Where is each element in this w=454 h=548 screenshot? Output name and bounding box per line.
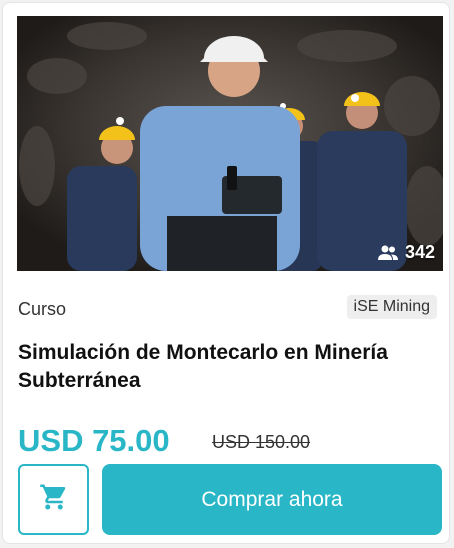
course-title[interactable]: Simulación de Montecarlo en Minería Subt… — [18, 339, 438, 395]
student-count: 342 — [404, 242, 435, 262]
add-to-cart-button[interactable] — [18, 464, 89, 535]
student-count-badge: 342 — [377, 242, 435, 263]
course-thumbnail[interactable]: 342 — [17, 16, 443, 271]
course-type-label: Curso — [18, 299, 67, 319]
buy-now-button[interactable]: Comprar ahora — [102, 464, 442, 535]
provider-badge[interactable]: iSE Mining — [346, 295, 437, 319]
course-card[interactable]: 342 Curso iSE Mining Simulación de Monte… — [2, 2, 450, 544]
original-price: USD 150.00 — [212, 432, 311, 452]
current-price: USD 75.00 — [18, 423, 170, 458]
shopping-cart-icon — [39, 482, 69, 517]
thumbnail-image — [17, 16, 443, 271]
people-icon — [377, 245, 399, 261]
